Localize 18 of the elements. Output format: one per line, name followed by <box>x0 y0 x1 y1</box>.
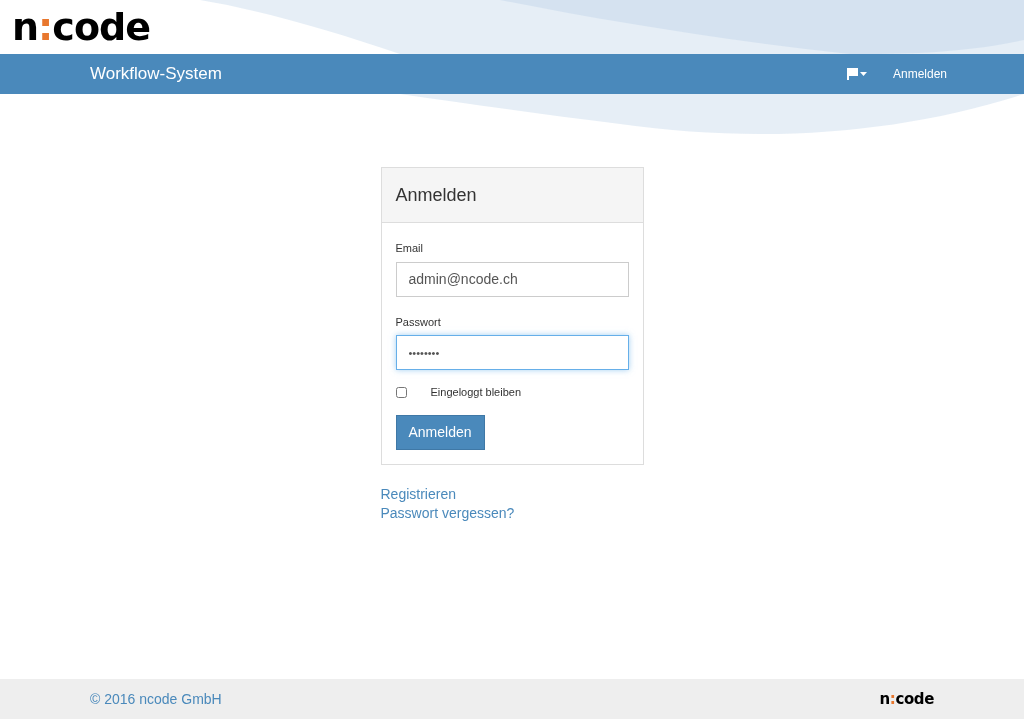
email-field[interactable]: admin@ncode.ch <box>395 261 629 297</box>
ncode-logo: n:code <box>879 691 934 707</box>
text-link[interactable]: Registrieren <box>380 484 644 504</box>
email-label: Email <box>395 241 424 256</box>
login-nav-link[interactable]: Anmelden <box>892 65 947 83</box>
language-dropdown[interactable] <box>846 68 867 80</box>
password-label: Passwort <box>395 314 442 330</box>
caret-icon <box>859 72 867 76</box>
panel-title: Anmelden <box>395 183 477 207</box>
remember-checkbox[interactable] <box>395 386 407 398</box>
remember-label: Eingeloggt bleiben <box>430 385 522 400</box>
login-button[interactable]: Anmelden <box>395 414 485 450</box>
text-link[interactable]: Passwort vergessen? <box>380 503 644 523</box>
flag-icon <box>846 68 858 80</box>
password-field[interactable]: •••••••• <box>395 335 629 370</box>
copyright-text: © 2016 ncode GmbH <box>90 689 222 709</box>
ncode-logo: n:code <box>12 8 151 46</box>
brand-link[interactable]: Workflow-System <box>90 61 222 87</box>
